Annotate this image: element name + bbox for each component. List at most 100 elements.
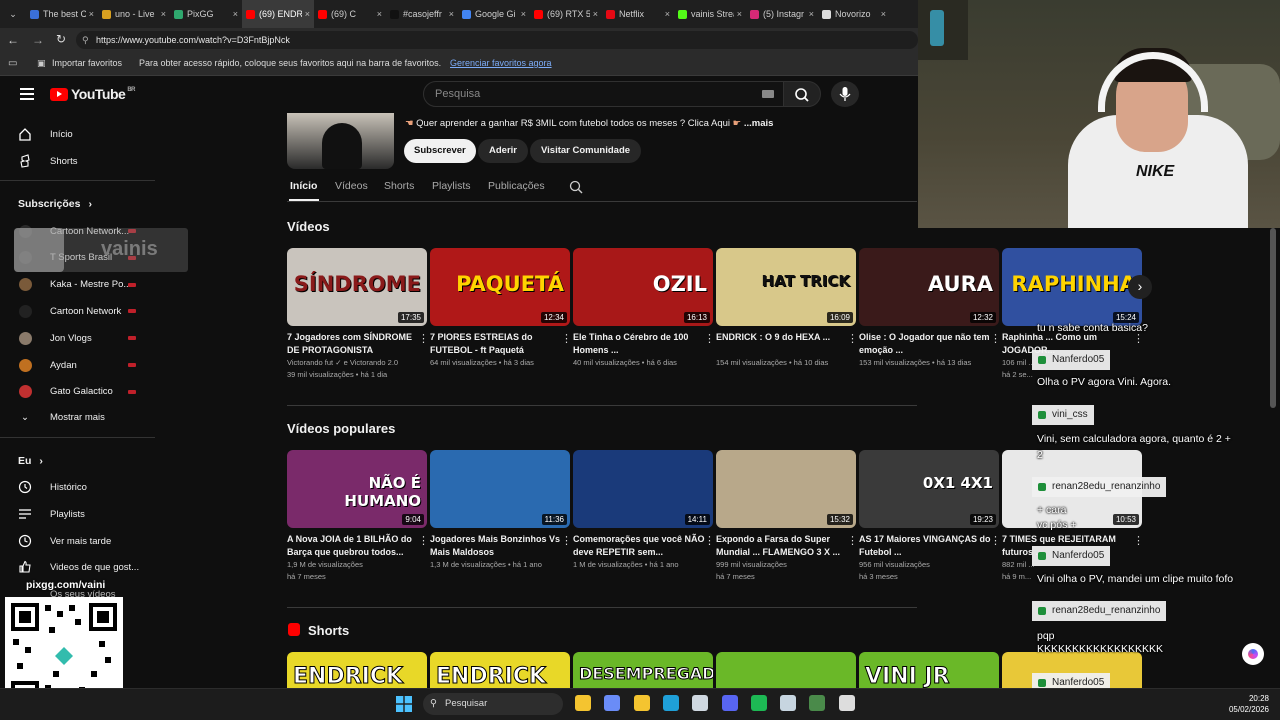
video-card[interactable]: HAT TRICK 16:09 ENDRICK : O 9 do HEXA ... 1… — [716, 248, 858, 369]
sidebar-item-history[interactable]: Histórico — [18, 480, 87, 494]
hamburger-menu-icon[interactable] — [20, 88, 34, 100]
keyboard-icon[interactable] — [762, 90, 774, 98]
video-thumbnail[interactable]: AURA 12:32 — [859, 248, 999, 326]
browser-tab[interactable]: PixGG × — [170, 0, 242, 28]
browser-tab[interactable]: (69) ENDR × — [242, 0, 314, 28]
sidebar-you-header[interactable]: Eu › — [18, 454, 43, 468]
manage-favorites-link[interactable]: Gerenciar favoritos agora — [450, 58, 552, 68]
video-thumbnail[interactable]: 15:32 — [716, 450, 856, 528]
close-tab-icon[interactable]: × — [881, 9, 886, 19]
file-explorer-icon[interactable] — [575, 695, 591, 711]
channel-tab[interactable]: Vídeos — [335, 180, 368, 192]
close-tab-icon[interactable]: × — [593, 9, 598, 19]
taskbar-time[interactable]: 20:28 — [1247, 694, 1269, 703]
channel-tab[interactable]: Início — [290, 180, 317, 192]
join-button[interactable]: Aderir — [478, 139, 528, 163]
video-card[interactable]: NÃO É HUMANO 9:04 A Nova JOIA de 1 BILHÃO … — [287, 450, 429, 583]
video-title[interactable]: Comemorações que você NÃO deve REPETIR s… — [573, 533, 713, 559]
sidebar-subscription[interactable]: Cartoon Network — [18, 304, 121, 318]
close-tab-icon[interactable]: × — [305, 9, 310, 19]
sidebar-item-liked[interactable]: Videos de que gost... — [18, 560, 139, 574]
sidebar-item-shorts[interactable]: Shorts — [18, 154, 77, 168]
channel-tab[interactable]: Playlists — [432, 180, 471, 192]
reload-icon[interactable]: ↻ — [56, 32, 66, 46]
more-options-icon[interactable]: ⋮ — [847, 534, 858, 547]
app-icon[interactable] — [809, 695, 826, 711]
short-card[interactable]: ENDRICK — [287, 652, 427, 688]
site-info-icon[interactable]: ⚲ — [82, 31, 89, 49]
channel-search-icon[interactable] — [569, 180, 583, 194]
forward-icon[interactable]: → — [32, 33, 44, 47]
video-title[interactable]: Expondo a Farsa do Super Mundial ... FLA… — [716, 533, 856, 559]
close-tab-icon[interactable]: × — [233, 9, 238, 19]
edge-icon[interactable] — [662, 695, 679, 711]
windows-start-icon[interactable] — [396, 696, 412, 712]
more-options-icon[interactable]: ⋮ — [704, 332, 715, 345]
short-card[interactable] — [716, 652, 856, 688]
channel-description[interactable]: ☚ Quer aprender a ganhar R$ 3MIL com fut… — [405, 118, 773, 129]
more-link[interactable]: ...mais — [744, 118, 774, 129]
floating-assistant-button[interactable] — [1242, 643, 1264, 665]
voice-search-button[interactable] — [831, 81, 859, 107]
video-title[interactable]: Ele Tinha o Cérebro de 100 Homens ... — [573, 331, 713, 357]
video-card[interactable]: PAQUETÁ 12:34 7 PIORES ESTREIAS do FUTEBOL… — [430, 248, 572, 369]
video-thumbnail[interactable]: OZIL 16:13 — [573, 248, 713, 326]
close-tab-icon[interactable]: × — [521, 9, 526, 19]
more-options-icon[interactable]: ⋮ — [1133, 534, 1144, 547]
subscribe-button[interactable]: Subscrever — [404, 139, 476, 163]
discord-icon[interactable] — [721, 695, 738, 711]
calculator-icon[interactable] — [838, 695, 855, 711]
sidebar-subscription[interactable]: Aydan — [18, 358, 77, 372]
sidebar-item-playlists[interactable]: Playlists — [18, 507, 85, 521]
video-card[interactable]: 14:11 Comemorações que você NÃO deve REPE… — [573, 450, 715, 571]
sidebar-subscription[interactable]: Kaka - Mestre Po... — [18, 278, 131, 292]
close-tab-icon[interactable]: × — [665, 9, 670, 19]
video-card[interactable]: OZIL 16:13 Ele Tinha o Cérebro de 100 Home… — [573, 248, 715, 369]
more-options-icon[interactable]: ⋮ — [990, 332, 1001, 345]
video-card[interactable]: 15:32 Expondo a Farsa do Super Mundial ..… — [716, 450, 858, 583]
page-scrollbar[interactable] — [1270, 228, 1276, 408]
short-card[interactable]: DESEMPREGADO — [573, 652, 713, 688]
store-icon[interactable] — [692, 695, 709, 711]
carousel-next-button[interactable]: › — [1128, 275, 1152, 299]
video-thumbnail[interactable]: NÃO É HUMANO 9:04 — [287, 450, 427, 528]
browser-tab[interactable]: Google Gi × — [458, 0, 530, 28]
video-title[interactable]: Jogadores Mais Bonzinhos Vs Mais Maldoso… — [430, 533, 570, 559]
video-thumbnail[interactable]: HAT TRICK 16:09 — [716, 248, 856, 326]
browser-tab[interactable]: (69) C × — [314, 0, 386, 28]
browser-tab[interactable]: vainis Strea × — [674, 0, 746, 28]
video-card[interactable]: AURA 12:32 Olise : O Jogador que não tem e… — [859, 248, 1001, 369]
browser-tab[interactable]: Novorizo × — [818, 0, 890, 28]
more-options-icon[interactable]: ⋮ — [990, 534, 1001, 547]
video-thumbnail[interactable]: SÍNDROME 17:35 — [287, 248, 427, 326]
taskbar-date[interactable]: 05/02/2026 — [1226, 705, 1269, 714]
video-title[interactable]: A Nova JOIA de 1 BILHÃO do Barça que que… — [287, 533, 427, 559]
video-thumbnail[interactable]: 0X1 4X1 19:23 — [859, 450, 999, 528]
close-tab-icon[interactable]: × — [809, 9, 814, 19]
url-field[interactable]: ⚲ https://www.youtube.com/watch?v=D3FntB… — [76, 31, 918, 49]
close-tab-icon[interactable]: × — [161, 9, 166, 19]
search-input[interactable]: Pesquisa — [423, 81, 785, 107]
back-icon[interactable]: ← — [7, 33, 19, 47]
more-options-icon[interactable]: ⋮ — [561, 534, 572, 547]
sidebar-subscription[interactable]: Jon Vlogs — [18, 331, 92, 345]
sidebar-item-watch-later[interactable]: Ver mais tarde — [18, 534, 111, 548]
browser-tab[interactable]: #casojeffr × — [386, 0, 458, 28]
sidebar-toggle-icon[interactable]: ▭ — [8, 58, 17, 69]
video-card[interactable]: 0X1 4X1 19:23 AS 17 Maiores VINGANÇAS do F… — [859, 450, 1001, 583]
youtube-logo[interactable]: YouTube BR — [50, 86, 135, 102]
video-title[interactable]: 7 Jogadores com SÍNDROME DE PROTAGONISTA — [287, 331, 427, 357]
video-title[interactable]: ENDRICK : O 9 do HEXA ... — [716, 331, 856, 357]
browser-tab[interactable]: Netflix × — [602, 0, 674, 28]
sidebar-item-home[interactable]: Início — [18, 127, 73, 141]
copilot-icon[interactable] — [604, 695, 621, 711]
more-options-icon[interactable]: ⋮ — [418, 332, 429, 345]
video-card[interactable]: SÍNDROME 17:35 7 Jogadores com SÍNDROME DE… — [287, 248, 429, 381]
search-button[interactable] — [783, 81, 821, 107]
video-title[interactable]: 7 PIORES ESTREIAS do FUTEBOL - ft Paquet… — [430, 331, 570, 357]
close-tab-icon[interactable]: × — [449, 9, 454, 19]
more-options-icon[interactable]: ⋮ — [847, 332, 858, 345]
short-card[interactable]: ENDRICK — [430, 652, 570, 688]
channel-tab[interactable]: Shorts — [384, 180, 414, 192]
browser-tab[interactable]: (69) RTX 5 × — [530, 0, 602, 28]
